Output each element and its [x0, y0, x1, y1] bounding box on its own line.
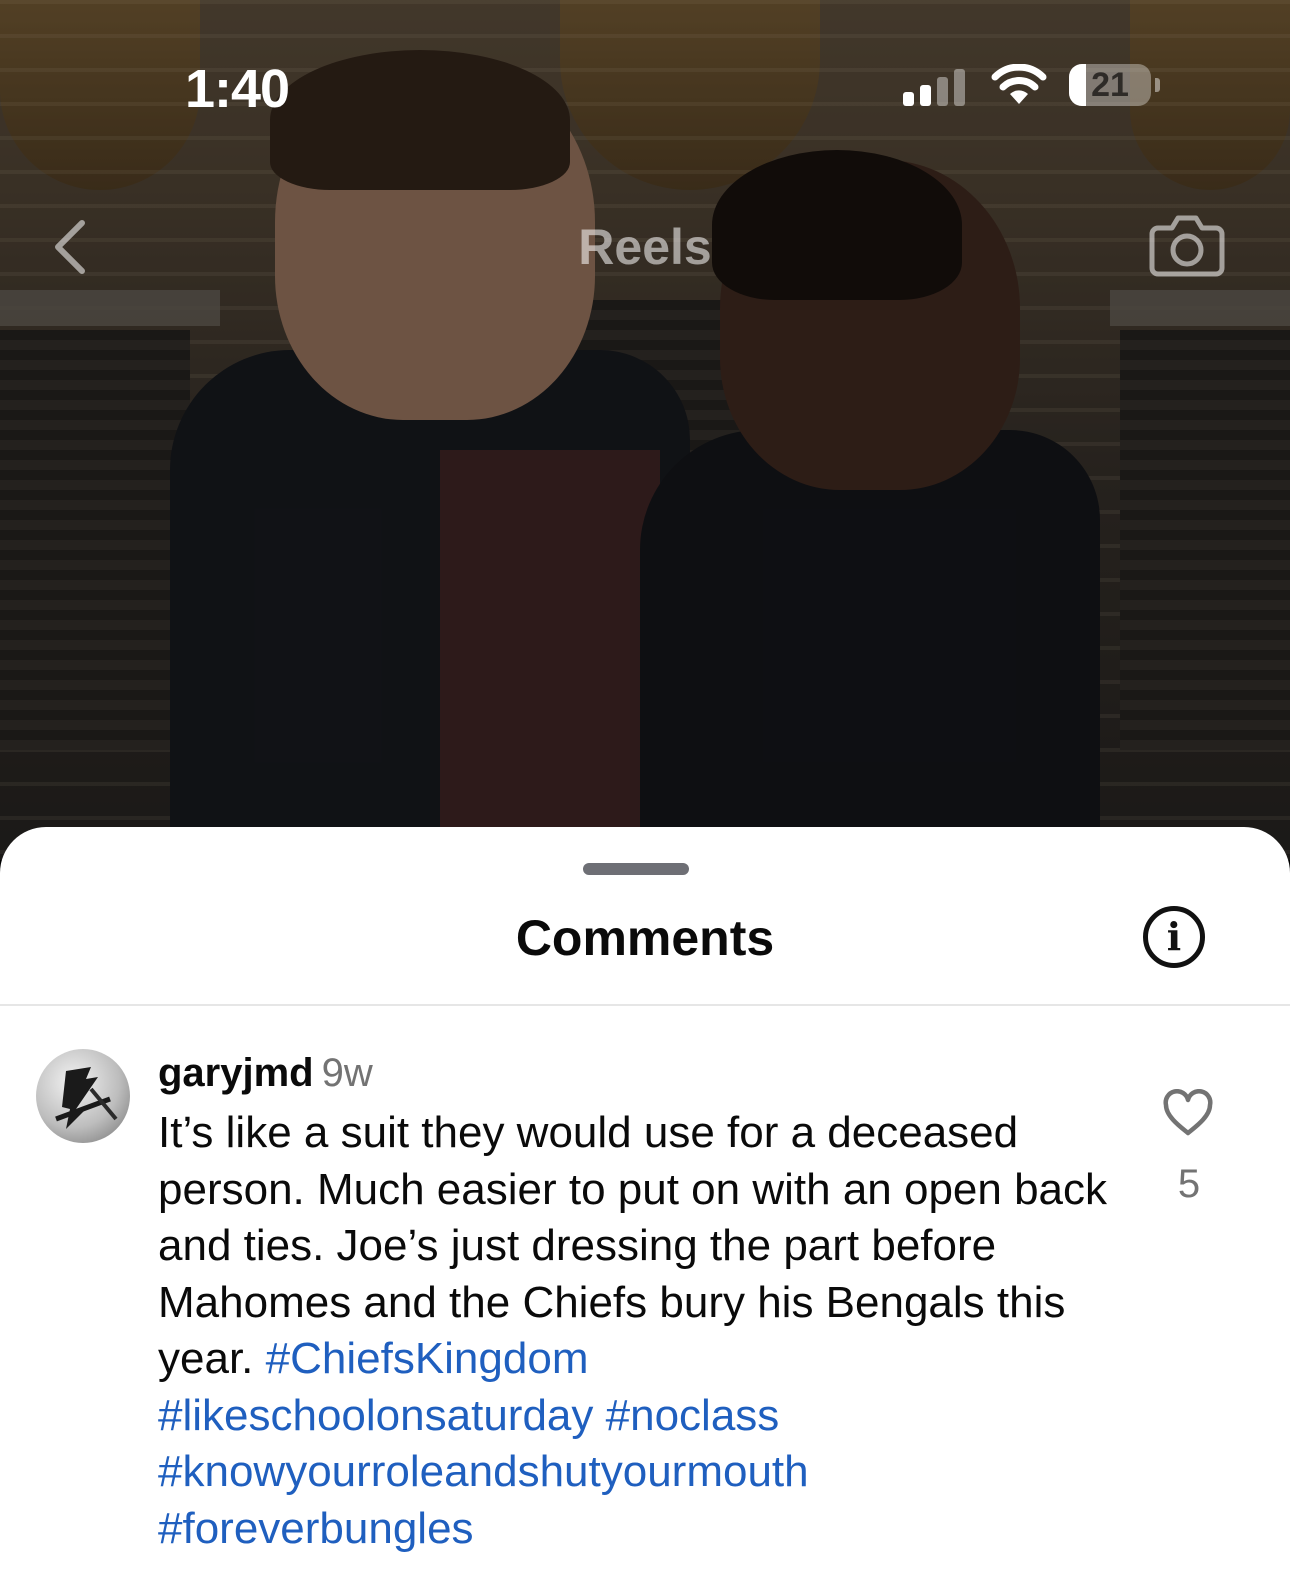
comment-text: It’s like a suit they would use for a de… — [158, 1105, 1118, 1557]
like-count: 5 — [1177, 1162, 1201, 1206]
avatar[interactable] — [36, 1049, 130, 1143]
comment-header: garyjmd 9w — [158, 1049, 373, 1097]
hashtag-link[interactable]: #likeschoolonsaturday — [158, 1391, 593, 1440]
comment-username[interactable]: garyjmd — [158, 1051, 314, 1095]
cellular-signal-icon — [903, 68, 969, 106]
camera-icon[interactable] — [1148, 208, 1226, 280]
battery-icon: 21 — [1069, 64, 1151, 106]
battery-level: 21 — [1091, 66, 1129, 104]
page-title: Reels — [578, 219, 712, 275]
status-time: 1:40 — [185, 59, 290, 119]
sheet-title: Comments — [515, 910, 775, 966]
comment-time: 9w — [321, 1051, 373, 1095]
avatar-image — [55, 1067, 118, 1129]
hashtag-link[interactable]: #knowyourroleandshutyourmouth — [158, 1447, 809, 1496]
heart-outline-icon[interactable] — [1162, 1089, 1214, 1137]
wifi-icon — [991, 64, 1047, 104]
reel-video-background[interactable] — [0, 0, 1290, 860]
info-icon[interactable]: i — [1143, 906, 1205, 968]
sheet-grabber[interactable] — [583, 863, 689, 875]
hashtag-link[interactable]: #ChiefsKingdom — [266, 1334, 589, 1383]
video-dim-overlay — [0, 0, 1290, 860]
hashtag-link[interactable]: #foreverbungles — [158, 1504, 474, 1553]
battery-nub — [1155, 78, 1160, 92]
comments-sheet: Comments i garyjmd 9w It’s like a suit th… — [0, 827, 1290, 1590]
hashtag-link[interactable]: #noclass — [606, 1391, 780, 1440]
header-divider — [0, 1004, 1290, 1006]
